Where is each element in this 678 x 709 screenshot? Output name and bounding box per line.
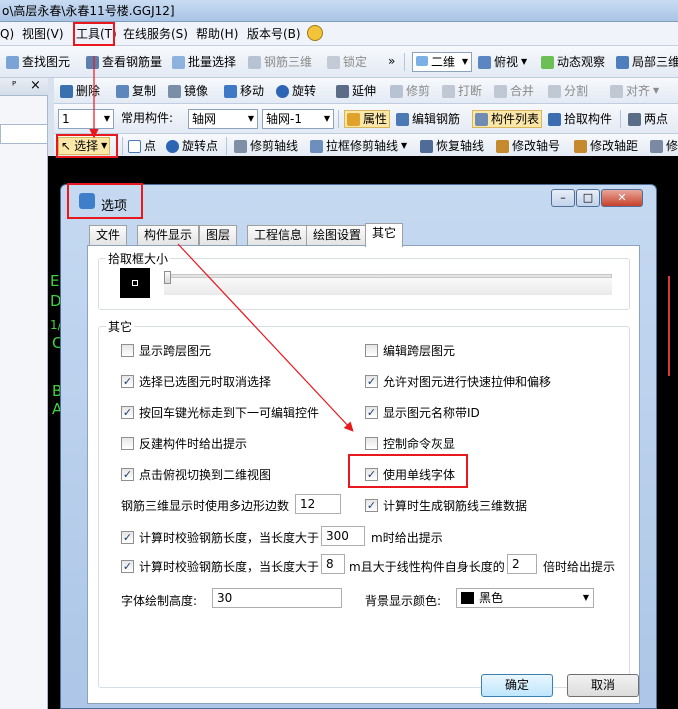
tab-other[interactable]: 其它	[365, 223, 404, 247]
annotation-arrows	[89, 56, 354, 432]
arrow-title-to-option	[177, 243, 354, 432]
